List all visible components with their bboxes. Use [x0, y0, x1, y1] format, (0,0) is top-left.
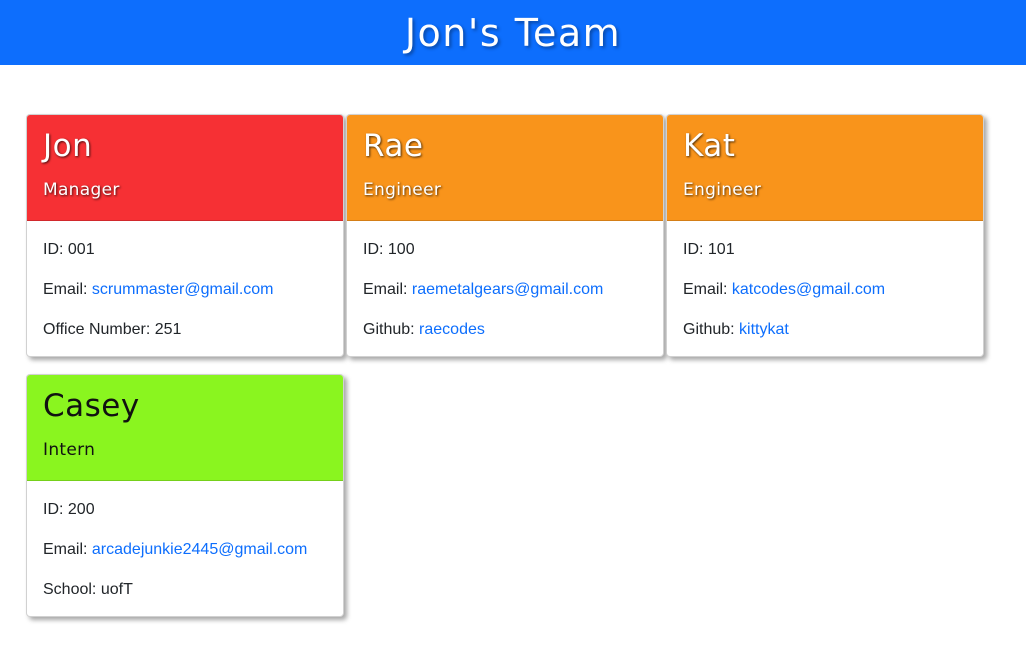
id-label: ID: — [363, 241, 384, 258]
id-value: 100 — [387, 241, 415, 258]
github-link[interactable]: raecodes — [419, 321, 485, 338]
github-row: Github: raecodes — [363, 320, 647, 340]
office-number-label: Office Number: — [43, 321, 151, 338]
employee-id-row: ID: 001 — [43, 240, 327, 260]
school-label: School: — [43, 581, 97, 598]
page-header: Jon's Team — [0, 0, 1026, 65]
employee-name: Casey — [43, 388, 140, 424]
employee-id-row: ID: 101 — [683, 240, 967, 260]
email-link[interactable]: arcadejunkie2445@gmail.com — [92, 541, 307, 558]
email-label: Email: — [43, 541, 88, 558]
card-body: ID: 100 Email: raemetalgears@gmail.com G… — [347, 221, 663, 340]
email-label: Email: — [43, 281, 88, 298]
github-label: Github: — [363, 321, 415, 338]
card-header: Kat Engineer — [667, 115, 983, 221]
employee-name: Kat — [683, 128, 736, 164]
id-label: ID: — [43, 241, 64, 258]
github-link[interactable]: kittykat — [739, 321, 789, 338]
email-link[interactable]: scrummaster@gmail.com — [92, 281, 274, 298]
employee-card-kat: Kat Engineer ID: 101 Email: katcodes@gma… — [666, 114, 984, 357]
employee-email-row: Email: scrummaster@gmail.com — [43, 280, 327, 300]
id-value: 101 — [707, 241, 735, 258]
employee-name: Rae — [363, 128, 424, 164]
email-label: Email: — [363, 281, 408, 298]
id-value: 200 — [67, 501, 95, 518]
page-title: Jon's Team — [404, 10, 622, 55]
office-number-row: Office Number: 251 — [43, 320, 327, 340]
email-link[interactable]: katcodes@gmail.com — [732, 281, 885, 298]
school-value: uofT — [100, 581, 133, 598]
employee-card-jon: Jon Manager ID: 001 Email: scrummaster@g… — [26, 114, 344, 357]
email-label: Email: — [683, 281, 728, 298]
github-row: Github: kittykat — [683, 320, 967, 340]
employee-name: Jon — [43, 128, 93, 164]
email-link[interactable]: raemetalgears@gmail.com — [412, 281, 603, 298]
employee-email-row: Email: raemetalgears@gmail.com — [363, 280, 647, 300]
card-header: Casey Intern — [27, 375, 343, 481]
school-row: School: uofT — [43, 580, 327, 600]
employee-id-row: ID: 100 — [363, 240, 647, 260]
card-header: Rae Engineer — [347, 115, 663, 221]
office-number-value: 251 — [154, 321, 182, 338]
employee-role: Engineer — [363, 180, 442, 200]
github-label: Github: — [683, 321, 735, 338]
employee-email-row: Email: katcodes@gmail.com — [683, 280, 967, 300]
employee-card-casey: Casey Intern ID: 200 Email: arcadejunkie… — [26, 374, 344, 617]
employee-role: Engineer — [683, 180, 762, 200]
card-body: ID: 101 Email: katcodes@gmail.com Github… — [667, 221, 983, 340]
employee-role: Manager — [43, 180, 120, 200]
card-body: ID: 001 Email: scrummaster@gmail.com Off… — [27, 221, 343, 340]
employee-card-rae: Rae Engineer ID: 100 Email: raemetalgear… — [346, 114, 664, 357]
card-body: ID: 200 Email: arcadejunkie2445@gmail.co… — [27, 481, 343, 600]
employee-role: Intern — [43, 440, 96, 460]
id-value: 001 — [67, 241, 95, 258]
employee-id-row: ID: 200 — [43, 500, 327, 520]
id-label: ID: — [43, 501, 64, 518]
employee-email-row: Email: arcadejunkie2445@gmail.com — [43, 540, 327, 560]
id-label: ID: — [683, 241, 704, 258]
card-header: Jon Manager — [27, 115, 343, 221]
